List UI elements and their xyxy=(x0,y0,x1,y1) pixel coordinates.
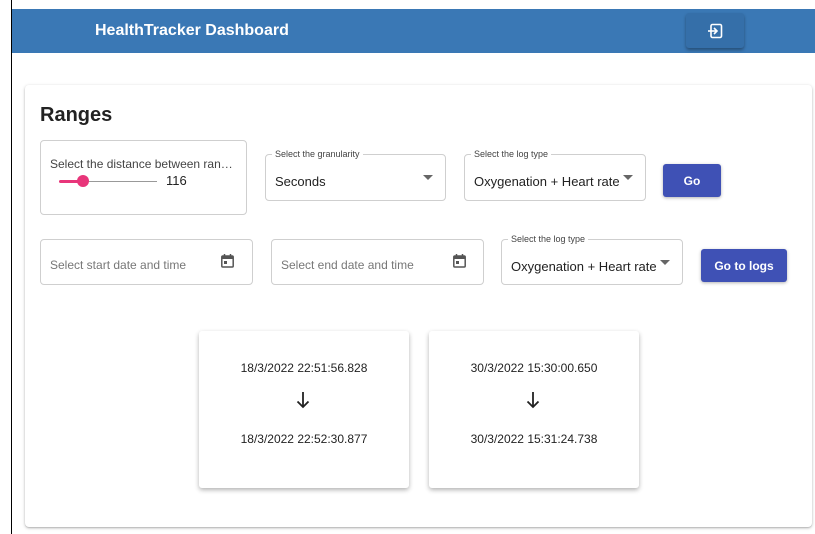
range-end-time: 18/3/2022 22:52:30.877 xyxy=(240,432,368,446)
logout-icon xyxy=(708,23,723,38)
go-button[interactable]: Go xyxy=(663,164,721,197)
chevron-down-icon xyxy=(623,175,633,180)
go-to-logs-button[interactable]: Go to logs xyxy=(701,249,787,282)
granularity-select-legend: Select the granularity xyxy=(272,149,363,159)
chevron-down-icon xyxy=(660,260,670,265)
range-start-time: 30/3/2022 15:30:00.650 xyxy=(470,361,598,375)
start-date-field[interactable]: Select start date and time xyxy=(40,239,253,285)
logs-log-type-select-value: Oxygenation + Heart rate xyxy=(511,259,657,274)
logout-button[interactable] xyxy=(686,13,744,48)
calendar-icon[interactable] xyxy=(221,254,234,268)
chevron-down-icon xyxy=(423,175,433,180)
ranges-card: Ranges Select the distance between ran… … xyxy=(25,85,812,527)
range-start-time: 18/3/2022 22:51:56.828 xyxy=(240,361,368,375)
log-type-select-value: Oxygenation + Heart rate xyxy=(474,174,620,189)
arrow-down-icon xyxy=(526,392,540,409)
distance-slider-label: Select the distance between ran… xyxy=(50,157,233,171)
granularity-select-value: Seconds xyxy=(275,174,326,189)
logs-log-type-select[interactable]: Select the log type Oxygenation + Heart … xyxy=(501,234,683,285)
window-left-border xyxy=(11,0,12,534)
log-type-select-legend: Select the log type xyxy=(471,149,552,159)
distance-slider-value: 116 xyxy=(166,173,187,188)
app-bar: HealthTracker Dashboard xyxy=(12,9,815,53)
distance-slider-thumb[interactable] xyxy=(77,175,89,187)
log-type-select[interactable]: Select the log type Oxygenation + Heart … xyxy=(464,149,646,201)
start-date-placeholder: Select start date and time xyxy=(50,258,187,272)
logs-log-type-select-legend: Select the log type xyxy=(508,234,589,244)
section-title: Ranges xyxy=(40,104,113,126)
calendar-icon[interactable] xyxy=(453,254,466,268)
distance-slider-box: Select the distance between ran… 116 xyxy=(40,140,247,215)
granularity-select[interactable]: Select the granularity Seconds xyxy=(265,149,446,201)
range-end-time: 30/3/2022 15:31:24.738 xyxy=(470,432,598,446)
end-date-placeholder: Select end date and time xyxy=(281,258,414,272)
range-result-card: 18/3/2022 22:51:56.828 18/3/2022 22:52:3… xyxy=(199,331,409,488)
app-title: HealthTracker Dashboard xyxy=(95,22,289,39)
range-result-card: 30/3/2022 15:30:00.650 30/3/2022 15:31:2… xyxy=(429,331,639,488)
arrow-down-icon xyxy=(296,392,310,409)
end-date-field[interactable]: Select end date and time xyxy=(271,239,484,285)
